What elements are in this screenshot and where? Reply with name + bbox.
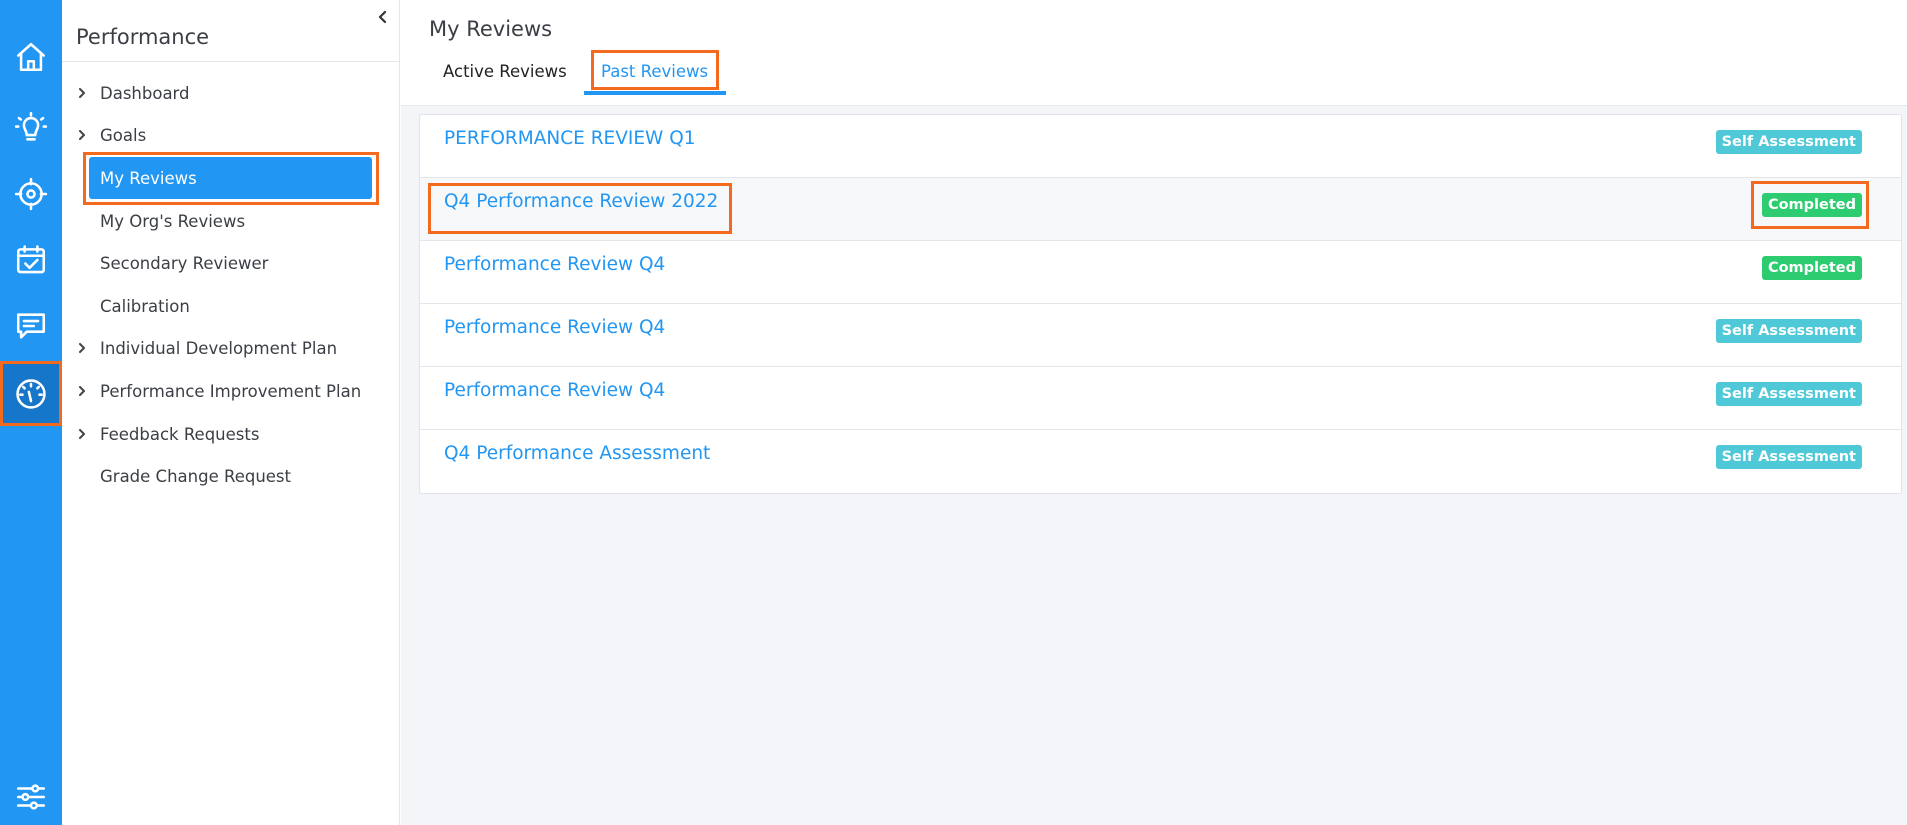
chat-icon[interactable]: [0, 295, 62, 357]
sidebar-item-label: Grade Change Request: [100, 466, 291, 486]
page-title: My Reviews: [429, 17, 553, 41]
sidebar-title: Performance: [76, 25, 210, 49]
sidebar-item-individual-development-plan[interactable]: Individual Development Plan: [62, 328, 399, 368]
sidebar-item-dashboard[interactable]: Dashboard: [62, 73, 399, 113]
icon-rail: [0, 0, 62, 825]
reviews-list: PERFORMANCE REVIEW Q1 Self Assessment Q4…: [419, 114, 1902, 494]
sidebar-item-label: My Org's Reviews: [100, 211, 246, 231]
list-item: Performance Review Q4 Self Assessment: [420, 304, 1901, 367]
sidebar-item-label: Secondary Reviewer: [100, 253, 269, 273]
lightbulb-icon[interactable]: [0, 97, 62, 159]
list-item: Q4 Performance Assessment Self Assessmen…: [420, 430, 1901, 493]
sidebar-item-calibration[interactable]: Calibration: [62, 286, 399, 326]
status-badge: Completed: [1761, 256, 1862, 280]
page-header: My Reviews Active Reviews Past Reviews: [401, 0, 1907, 106]
review-title-link[interactable]: Performance Review Q4: [444, 380, 665, 401]
chevron-right-icon: [76, 129, 88, 141]
sidebar-divider: [62, 61, 399, 62]
sidebar-item-goals[interactable]: Goals: [62, 115, 399, 155]
chevron-right-icon: [76, 385, 88, 397]
sidebar-item-label: Dashboard: [100, 83, 190, 103]
sidebar-item-my-orgs-reviews[interactable]: My Org's Reviews: [62, 201, 399, 241]
main-content: My Reviews Active Reviews Past Reviews P…: [401, 0, 1907, 825]
review-title-link[interactable]: PERFORMANCE REVIEW Q1: [444, 128, 696, 149]
settings-sliders-icon[interactable]: [0, 766, 62, 825]
status-badge: Self Assessment: [1715, 319, 1862, 343]
status-badge: Self Assessment: [1715, 445, 1862, 469]
chevron-right-icon: [76, 342, 88, 354]
chevron-left-icon: [378, 10, 387, 24]
sidebar-item-feedback-requests[interactable]: Feedback Requests: [62, 414, 399, 454]
sidebar-item-label: Feedback Requests: [100, 424, 260, 444]
rail-highlight: [0, 361, 62, 426]
chevron-right-icon: [76, 428, 88, 440]
sidebar-item-secondary-reviewer[interactable]: Secondary Reviewer: [62, 243, 399, 283]
sidebar: Performance Dashboard Goals My Reviews M…: [62, 0, 400, 825]
list-item: Performance Review Q4 Self Assessment: [420, 367, 1901, 430]
chevron-right-icon: [76, 87, 88, 99]
home-icon[interactable]: [0, 26, 62, 88]
sidebar-item-label: Performance Improvement Plan: [100, 381, 362, 401]
sidebar-item-label: Individual Development Plan: [100, 338, 338, 358]
calendar-check-icon[interactable]: [0, 229, 62, 291]
active-tab-indicator: [584, 91, 726, 95]
sidebar-item-grade-change-request[interactable]: Grade Change Request: [62, 456, 399, 496]
review-title-highlight: [428, 183, 732, 234]
nav-highlight: [83, 152, 379, 205]
sidebar-item-performance-improvement-plan[interactable]: Performance Improvement Plan: [62, 371, 399, 411]
tab-active-reviews[interactable]: Active Reviews: [443, 62, 567, 81]
status-badge-highlight: [1751, 181, 1869, 229]
tab-highlight: [591, 50, 719, 90]
sidebar-item-label: Calibration: [100, 296, 190, 316]
list-item: Q4 Performance Review 2022 Completed: [420, 178, 1901, 241]
review-title-link[interactable]: Performance Review Q4: [444, 317, 665, 338]
target-icon[interactable]: [0, 163, 62, 225]
list-item: Performance Review Q4 Completed: [420, 241, 1901, 304]
review-title-link[interactable]: Performance Review Q4: [444, 254, 665, 275]
status-badge: Self Assessment: [1715, 130, 1862, 154]
collapse-sidebar-button[interactable]: [372, 4, 394, 30]
status-badge: Self Assessment: [1715, 382, 1862, 406]
list-item: PERFORMANCE REVIEW Q1 Self Assessment: [420, 115, 1901, 178]
sidebar-item-label: Goals: [100, 125, 147, 145]
review-title-link[interactable]: Q4 Performance Assessment: [444, 443, 710, 464]
